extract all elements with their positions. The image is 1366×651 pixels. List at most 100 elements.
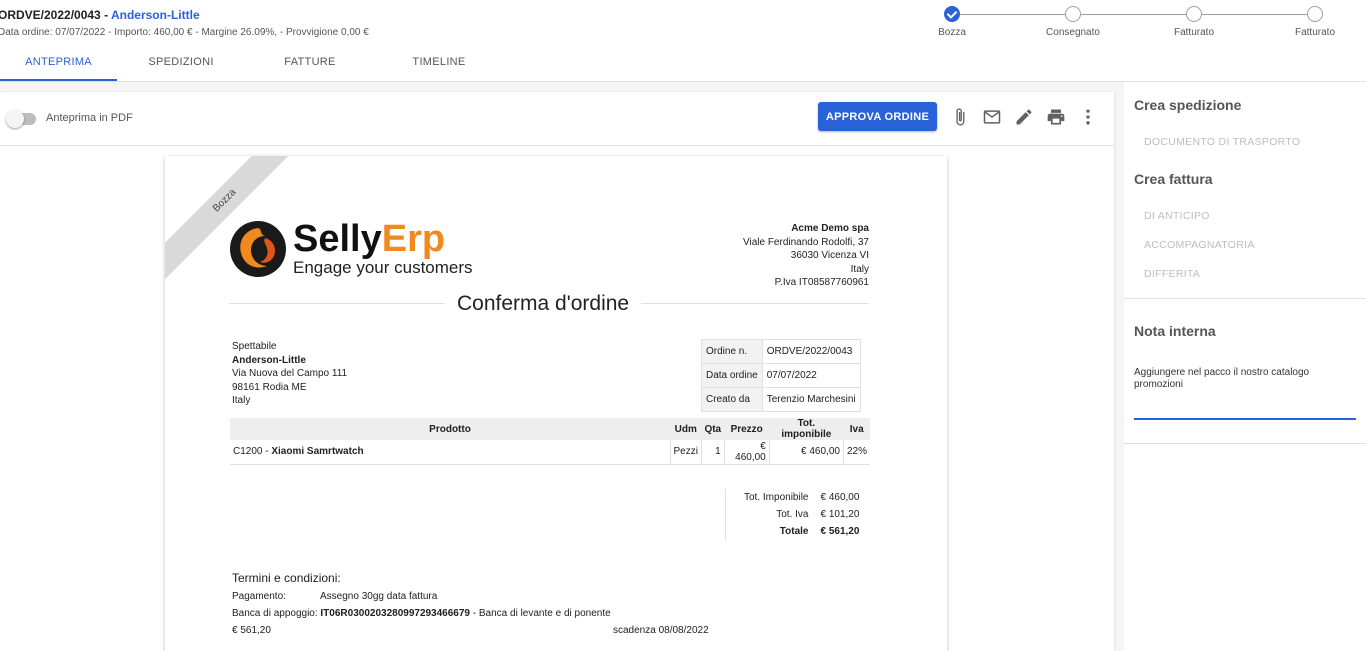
logo-wordmark: SellyErp [293, 218, 445, 261]
product-cell: C1200 - Xiaomi Samrtwatch [230, 440, 671, 465]
step-label: Consegnato [1046, 27, 1100, 38]
selly-erp-logo: SellyErp Engage your customers [229, 218, 489, 282]
customer-link[interactable]: Anderson-Little [111, 8, 200, 22]
recipient-name: Anderson-Little [232, 354, 306, 366]
step-fatturato-2[interactable]: Fatturato [1280, 6, 1350, 38]
terms-title: Termini e condizioni: [232, 571, 341, 585]
approve-order-button[interactable]: APPROVA ORDINE [818, 102, 937, 131]
logo-tagline: Engage your customers [293, 258, 473, 277]
note-field-underline [1134, 418, 1356, 420]
panel-divider [1124, 443, 1366, 444]
qty-cell: 1 [701, 440, 725, 465]
order-code: ORDVE/2022/0043 - [0, 8, 109, 22]
company-country: Italy [850, 263, 869, 275]
vat-cell: 22% [843, 440, 870, 465]
order-no-value: ORDVE/2022/0043 [761, 339, 861, 364]
empty-circle-icon [1186, 6, 1202, 22]
check-circle-icon [944, 6, 960, 22]
col-vat: Iva [843, 418, 870, 440]
order-date-value: 07/07/2022 [761, 363, 861, 388]
paperclip-icon[interactable] [950, 107, 970, 127]
tab-fatture[interactable]: FATTURE [262, 48, 358, 81]
company-city: 36030 Vicenza VI [790, 250, 869, 262]
created-by-label: Creato da [701, 387, 763, 412]
recipient-country: Italy [232, 395, 251, 407]
create-shipment-title: Crea spedizione [1134, 97, 1242, 113]
document-preview: Bozza SellyErp Engage your customers Acm… [165, 156, 947, 651]
recipient-city: 98161 Rodia ME [232, 381, 307, 393]
vat-total-label: Tot. Iva [776, 509, 809, 520]
due-amount: € 561,20 [232, 625, 271, 636]
table-row: Totale € 561,20 [734, 523, 861, 540]
company-address: Acme Demo spa Viale Ferdinando Rodolfi, … [743, 222, 869, 290]
accompanying-invoice-link[interactable]: ACCOMPAGNATORIA [1144, 239, 1255, 251]
pdf-toggle-label: Anteprima in PDF [46, 112, 133, 124]
empty-circle-icon [1307, 6, 1323, 22]
table-row: Tot. Iva € 101,20 [734, 506, 861, 523]
tab-spedizioni[interactable]: SPEDIZIONI [130, 48, 232, 81]
product-name: Xiaomi Samrtwatch [271, 446, 364, 458]
col-udm: Udm [670, 418, 702, 440]
order-date-label: Data ordine [701, 363, 763, 388]
recipient-block: Spettabile Anderson-Little Via Nuova del… [232, 340, 347, 408]
created-by-value: Terenzio Marchesini [761, 387, 861, 412]
print-icon[interactable] [1046, 107, 1066, 127]
logo-accent: Erp [381, 218, 446, 260]
table-row: Data ordine 07/07/2022 [701, 363, 861, 388]
payment-label: Pagamento: [232, 591, 286, 602]
udm-cell: Pezzi [670, 440, 702, 465]
tab-anteprima[interactable]: ANTEPRIMA [0, 48, 117, 81]
recipient-salutation: Spettabile [232, 341, 277, 352]
bank-label: Banca di appoggio: [232, 608, 318, 619]
status-stepper: Bozza Consegnato Fatturato Fatturato [925, 6, 1355, 46]
tab-timeline[interactable]: TIMELINE [392, 48, 486, 81]
table-row: Tot. Imponibile € 460,00 [734, 489, 861, 506]
stepper-line [953, 14, 1315, 15]
vat-total-value: € 101,20 [820, 509, 860, 520]
col-product: Prodotto [230, 418, 670, 440]
create-invoice-title: Crea fattura [1134, 171, 1213, 187]
table-header-row: Prodotto Udm Qta Prezzo Tot. imponibile … [230, 418, 870, 440]
mail-icon[interactable] [982, 107, 1002, 127]
order-title: ORDVE/2022/0043 - Anderson-Little [0, 8, 200, 22]
pdf-preview-toggle[interactable] [6, 110, 36, 128]
advance-invoice-link[interactable]: DI ANTICIPO [1144, 210, 1210, 222]
step-fatturato[interactable]: Fatturato [1159, 6, 1229, 38]
table-row: Creato da Terenzio Marchesini [701, 387, 861, 412]
step-label: Fatturato [1294, 27, 1336, 38]
step-label: Bozza [938, 27, 966, 38]
phoenix-logo-icon [230, 221, 286, 277]
taxable-total-label: Tot. Imponibile [744, 492, 809, 503]
step-consegnato[interactable]: Consegnato [1038, 6, 1108, 38]
product-code: C1200 - [233, 446, 272, 458]
col-taxable: Tot. imponibile [769, 418, 844, 440]
panel-divider [1124, 298, 1366, 299]
bank-iban: IT06R0300203280997293466679 [320, 608, 470, 619]
order-summary: Data ordine: 07/07/2022 - Importo: 460,0… [0, 27, 369, 38]
more-vert-icon[interactable] [1078, 107, 1098, 127]
taxable-cell: € 460,00 [769, 440, 844, 465]
totals-block: Tot. Imponibile € 460,00 Tot. Iva € 101,… [725, 489, 861, 540]
company-street: Viale Ferdinando Rodolfi, 37 [742, 236, 869, 248]
company-name: Acme Demo spa [791, 223, 869, 234]
logo-main: Selly [293, 218, 382, 260]
col-price: Prezzo [724, 418, 770, 440]
preview-card: Anteprima in PDF APPROVA ORDINE Bozza Se… [0, 92, 1114, 651]
page-header: ORDVE/2022/0043 - Anderson-Little Data o… [0, 0, 1366, 82]
transport-document-link[interactable]: DOCUMENTO DI TRASPORTO [1144, 136, 1300, 148]
internal-note-title: Nota interna [1134, 323, 1216, 339]
taxable-total-value: € 460,00 [820, 492, 860, 503]
edit-icon[interactable] [1014, 107, 1034, 127]
bank-row: Banca di appoggio: IT06R0300203280997293… [232, 605, 832, 622]
bank-name: - Banca di levante e di ponente [470, 608, 611, 619]
recipient-street: Via Nuova del Campo 111 [232, 368, 348, 380]
step-label: Fatturato [1173, 27, 1215, 38]
company-vat: P.Iva IT08587760961 [774, 277, 869, 289]
step-bozza[interactable]: Bozza [917, 6, 987, 38]
internal-note-field[interactable]: Aggiungere nel pacco il nostro catalogo … [1134, 367, 1354, 391]
col-qty: Qta [701, 418, 725, 440]
table-row: Ordine n. ORDVE/2022/0043 [701, 339, 861, 364]
order-info-table: Ordine n. ORDVE/2022/0043 Data ordine 07… [701, 339, 861, 412]
order-no-label: Ordine n. [701, 339, 763, 364]
deferred-invoice-link[interactable]: DIFFERITA [1144, 268, 1200, 280]
